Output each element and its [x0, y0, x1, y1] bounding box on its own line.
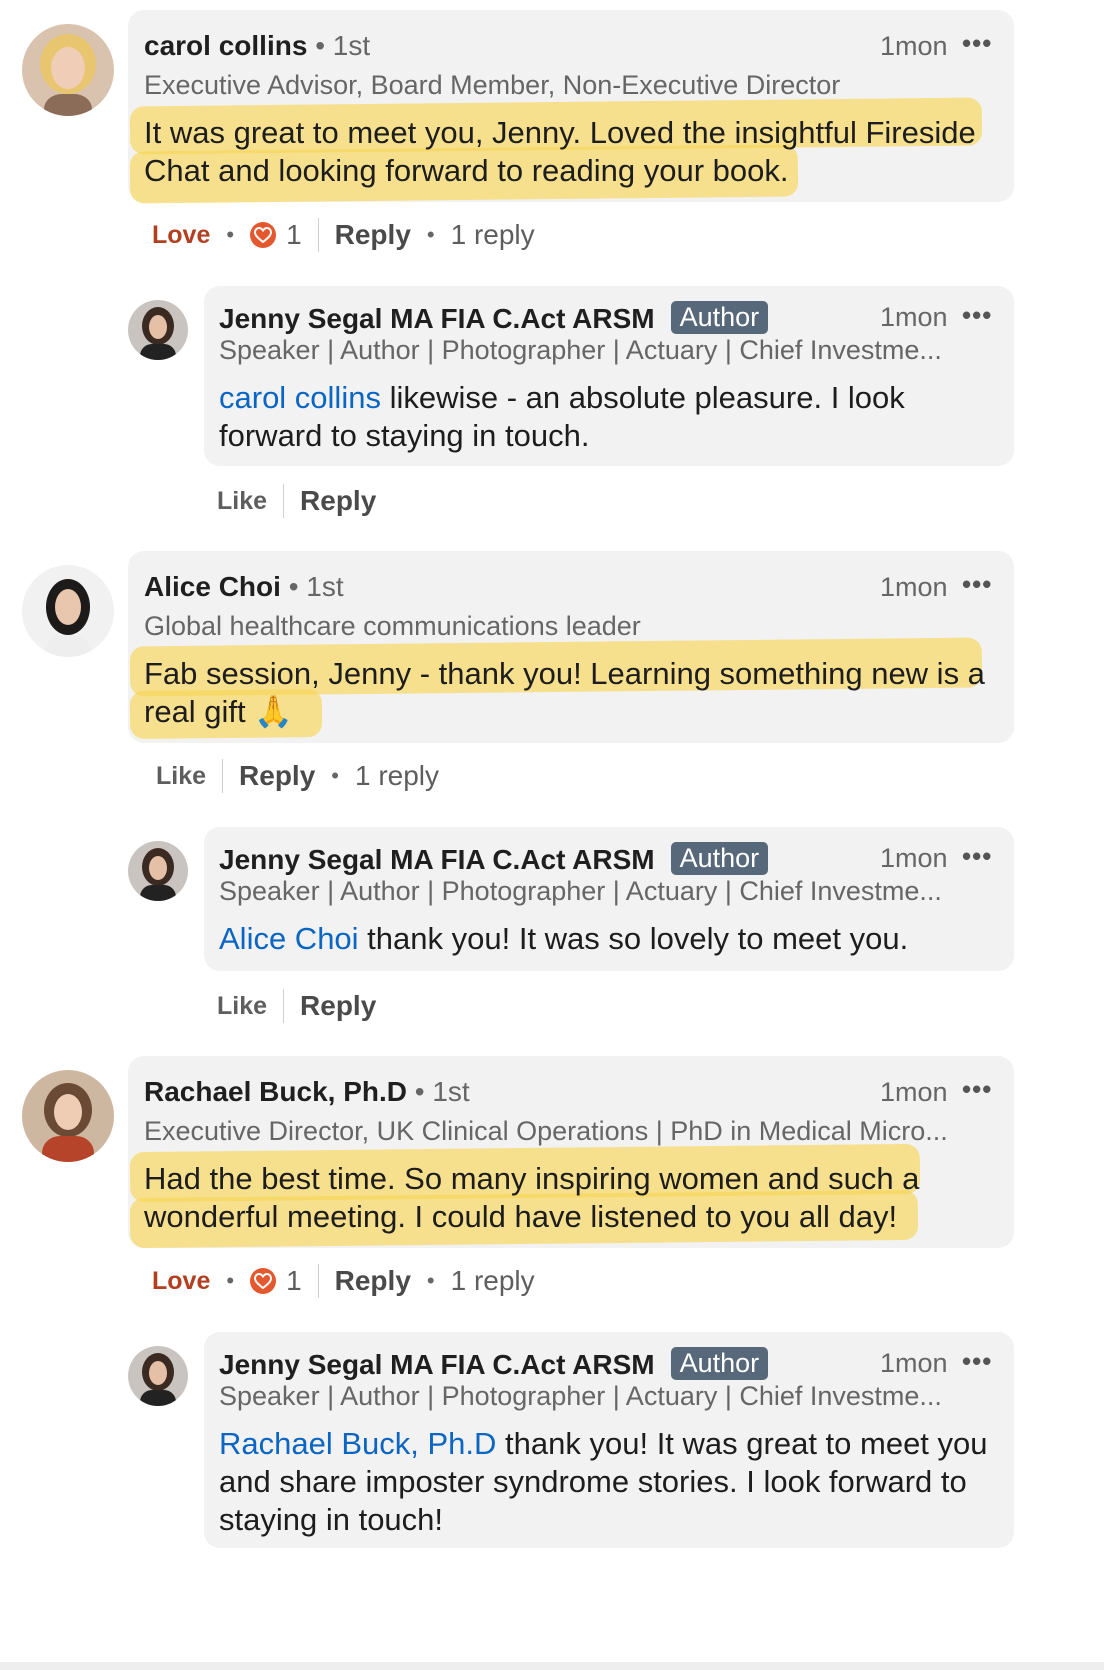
- reply-button[interactable]: Reply: [239, 760, 315, 792]
- author-headline: Speaker | Author | Photographer | Actuar…: [219, 1381, 942, 1411]
- avatar-alice-choi[interactable]: [22, 565, 114, 657]
- reply-actions: Like Reply: [217, 484, 376, 518]
- reply-text: carol collins likewise - an absolute ple…: [219, 380, 905, 453]
- comment-timestamp: 1mon: [880, 31, 948, 61]
- author-headline: Speaker | Author | Photographer | Actuar…: [219, 335, 942, 365]
- more-options-icon[interactable]: •••: [962, 841, 992, 872]
- reply-actions: Like Reply: [217, 989, 376, 1023]
- love-button[interactable]: Love: [152, 1267, 210, 1296]
- reply-button[interactable]: Reply: [300, 990, 376, 1022]
- page-bottom-divider: [0, 1662, 1104, 1670]
- author-name[interactable]: Jenny Segal MA FIA C.Act ARSM: [219, 303, 655, 334]
- author-name[interactable]: Jenny Segal MA FIA C.Act ARSM: [219, 1349, 655, 1380]
- comment-actions: Love • 1 Reply • 1 reply: [152, 218, 535, 252]
- avatar-jenny-segal[interactable]: [128, 1346, 188, 1406]
- mention-link[interactable]: Rachael Buck, Ph.D: [219, 1426, 496, 1461]
- connection-degree: • 1st: [315, 30, 371, 61]
- comment-author-row: Rachael Buck, Ph.D • 1st: [144, 1076, 470, 1108]
- more-options-icon[interactable]: •••: [962, 300, 992, 331]
- reply-text: Alice Choi thank you! It was so lovely t…: [219, 921, 909, 956]
- avatar-jenny-segal[interactable]: [128, 841, 188, 901]
- reply-timestamp: 1mon: [880, 1348, 948, 1378]
- more-options-icon[interactable]: •••: [962, 1074, 992, 1105]
- comment-text: It was great to meet you, Jenny. Loved t…: [144, 115, 976, 188]
- more-options-icon[interactable]: •••: [962, 1346, 992, 1377]
- author-badge: Author: [670, 301, 769, 334]
- avatar-carol-collins[interactable]: [22, 24, 114, 116]
- comment-actions: Love • 1 Reply • 1 reply: [152, 1264, 535, 1298]
- replies-count-link[interactable]: 1 reply: [355, 760, 439, 792]
- author-headline: Speaker | Author | Photographer | Actuar…: [219, 876, 942, 906]
- more-options-icon[interactable]: •••: [962, 28, 992, 59]
- like-button[interactable]: Like: [217, 992, 267, 1021]
- reaction-count[interactable]: 1: [286, 1265, 302, 1297]
- author-name[interactable]: Jenny Segal MA FIA C.Act ARSM: [219, 844, 655, 875]
- reply-button[interactable]: Reply: [335, 219, 411, 251]
- comment-text: Had the best time. So many inspiring wom…: [144, 1161, 920, 1234]
- author-headline: Global healthcare communications leader: [144, 611, 641, 641]
- replies-count-link[interactable]: 1 reply: [451, 219, 535, 251]
- author-name[interactable]: carol collins: [144, 30, 307, 61]
- connection-degree: • 1st: [288, 571, 344, 602]
- replies-count-link[interactable]: 1 reply: [451, 1265, 535, 1297]
- reply-button[interactable]: Reply: [300, 485, 376, 517]
- avatar-rachael-buck[interactable]: [22, 1070, 114, 1162]
- author-badge: Author: [670, 842, 769, 875]
- like-button[interactable]: Like: [217, 487, 267, 516]
- comment-author-row: carol collins • 1st: [144, 30, 370, 62]
- more-options-icon[interactable]: •••: [962, 569, 992, 600]
- reply-author-row: Jenny Segal MA FIA C.Act ARSM Author: [219, 301, 769, 335]
- reply-text: Rachael Buck, Ph.D thank you! It was gre…: [219, 1426, 988, 1537]
- reply-timestamp: 1mon: [880, 302, 948, 332]
- reply-button[interactable]: Reply: [335, 1265, 411, 1297]
- comment-timestamp: 1mon: [880, 1077, 948, 1107]
- author-badge: Author: [670, 1347, 769, 1380]
- author-headline: Executive Director, UK Clinical Operatio…: [144, 1116, 948, 1146]
- reaction-count[interactable]: 1: [286, 219, 302, 251]
- author-name[interactable]: Alice Choi: [144, 571, 281, 602]
- connection-degree: • 1st: [414, 1076, 470, 1107]
- love-button[interactable]: Love: [152, 221, 210, 250]
- author-name[interactable]: Rachael Buck, Ph.D: [144, 1076, 407, 1107]
- comment-author-row: Alice Choi • 1st: [144, 571, 344, 603]
- comment-text: Fab session, Jenny - thank you! Learning…: [144, 656, 985, 729]
- reply-timestamp: 1mon: [880, 843, 948, 873]
- like-button[interactable]: Like: [156, 762, 206, 791]
- reply-author-row: Jenny Segal MA FIA C.Act ARSM Author: [219, 1347, 769, 1381]
- love-reaction-icon[interactable]: [250, 222, 277, 248]
- mention-link[interactable]: carol collins: [219, 380, 381, 415]
- comment-actions: Like Reply • 1 reply: [156, 759, 440, 793]
- love-reaction-icon[interactable]: [250, 1268, 277, 1294]
- mention-link[interactable]: Alice Choi: [219, 921, 359, 956]
- comment-timestamp: 1mon: [880, 572, 948, 602]
- avatar-jenny-segal[interactable]: [128, 300, 188, 360]
- reply-author-row: Jenny Segal MA FIA C.Act ARSM Author: [219, 842, 769, 876]
- author-headline: Executive Advisor, Board Member, Non-Exe…: [144, 70, 841, 100]
